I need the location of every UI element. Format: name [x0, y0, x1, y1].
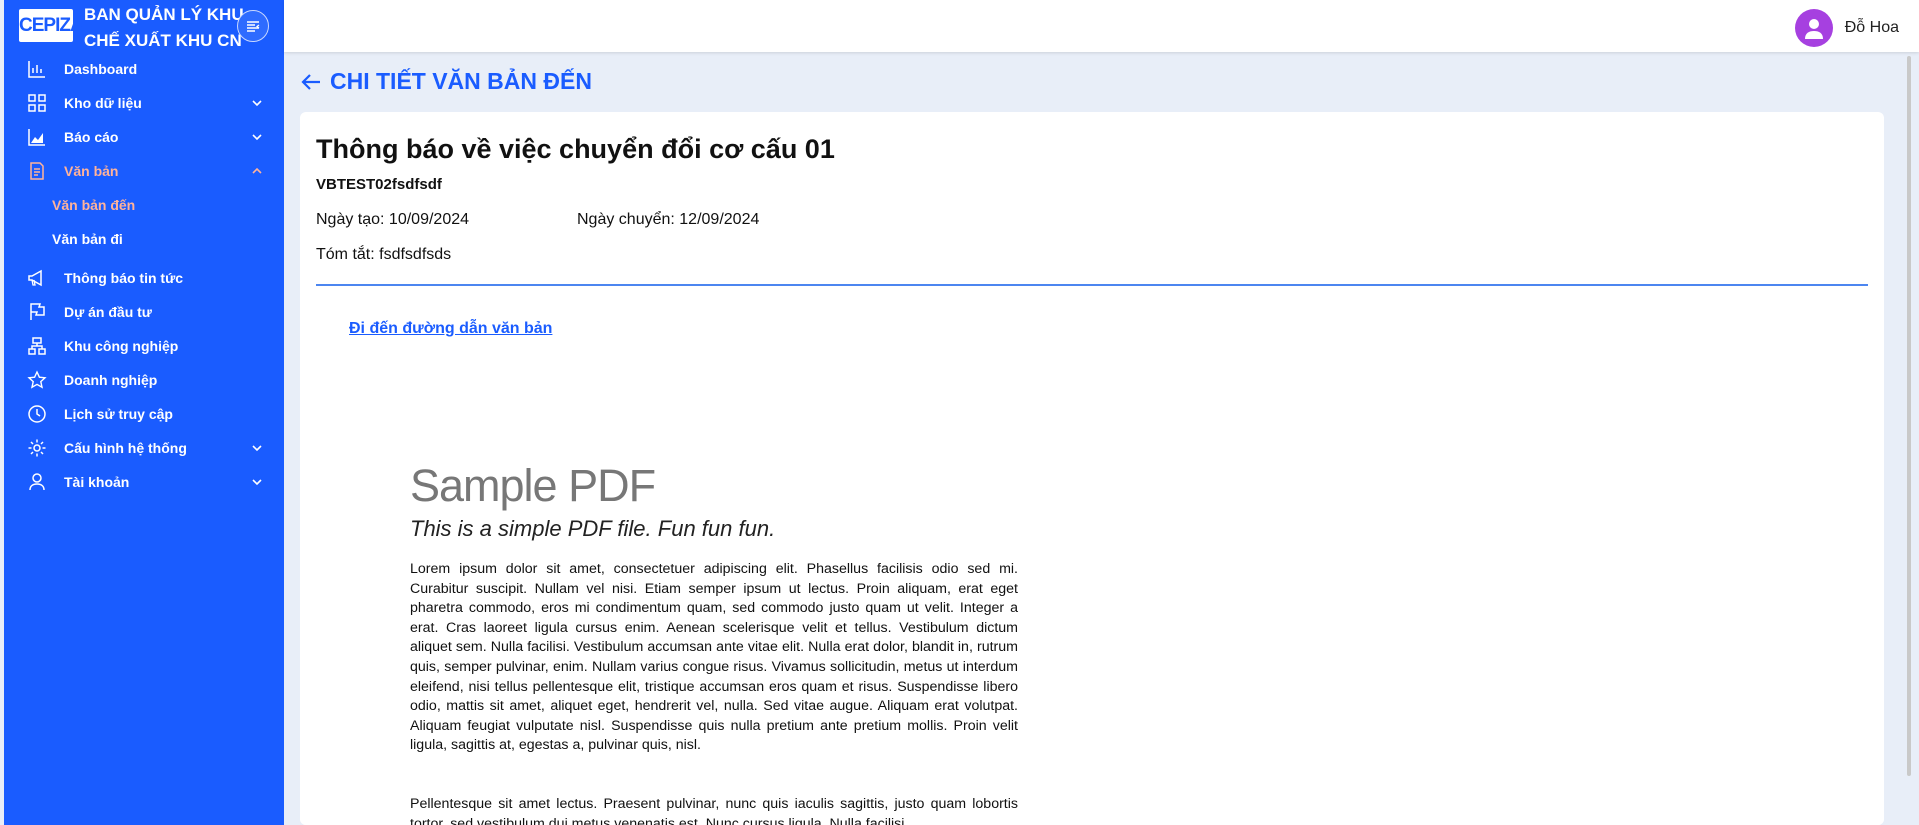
- page-scrollbar[interactable]: [1907, 56, 1911, 776]
- page-title: CHI TIẾT VĂN BẢN ĐẾN: [330, 68, 592, 94]
- grid-icon: [28, 94, 46, 112]
- brand-name-line1: BAN QUẢN LÝ KHU: [84, 5, 244, 24]
- sidebar-item-label: Cấu hình hệ thống: [64, 440, 187, 456]
- brand: CEPIZA BAN QUẢN LÝ KHU CHẾ XUẤT KHU CN: [4, 0, 284, 52]
- sidebar-item-khu-cong-nghiep[interactable]: Khu công nghiệp: [4, 329, 284, 363]
- sidebar-item-doanh-nghiep[interactable]: Doanh nghiệp: [4, 363, 284, 397]
- document-title: Thông báo về việc chuyển đổi cơ cấu 01: [316, 134, 835, 164]
- brand-name: BAN QUẢN LÝ KHU CHẾ XUẤT KHU CN: [84, 2, 244, 54]
- brand-logo[interactable]: CEPIZA: [19, 9, 84, 42]
- document-code: VBTEST02fsdfsdf: [316, 176, 442, 193]
- top-header: Đỗ Hoa: [284, 0, 1919, 52]
- sidebar-item-du-an[interactable]: Dự án đầu tư: [4, 295, 284, 329]
- bar-chart-icon: [28, 61, 45, 78]
- sidebar-item-cau-hinh[interactable]: Cấu hình hệ thống: [4, 431, 284, 465]
- chevron-down-icon: [252, 479, 262, 486]
- sidebar-item-label: Thông báo tin tức: [64, 270, 184, 286]
- sidebar-item-label: Tài khoản: [64, 474, 130, 490]
- document-detail-card: Thông báo về việc chuyển đổi cơ cấu 01 V…: [300, 112, 1884, 825]
- sidebar-item-label: Kho dữ liệu: [64, 95, 142, 111]
- sidebar-item-dashboard[interactable]: Dashboard: [4, 52, 284, 86]
- sidebar-item-kho-du-lieu[interactable]: Kho dữ liệu: [4, 86, 284, 120]
- document-created-date: Ngày tạo: 10/09/2024: [316, 211, 470, 228]
- sidebar-item-label: Dự án đầu tư: [64, 304, 152, 320]
- divider: [316, 284, 1868, 286]
- sidebar-subitem-van-ban-di[interactable]: Văn bản đi: [4, 222, 284, 256]
- sidebar-item-label: Lịch sử truy cập: [64, 406, 173, 422]
- history-icon: [28, 405, 46, 423]
- sidebar-item-van-ban[interactable]: Văn bản: [4, 154, 284, 188]
- document-link[interactable]: Đi đến đường dẫn văn bản: [349, 320, 552, 338]
- sidebar-item-label: Doanh nghiệp: [64, 372, 158, 388]
- flag-icon: [30, 303, 45, 320]
- pdf-viewer[interactable]: Sample PDF This is a simple PDF file. Fu…: [300, 352, 1884, 825]
- pdf-page: Sample PDF This is a simple PDF file. Fu…: [410, 352, 1030, 825]
- chevron-down-icon: [252, 100, 262, 107]
- sidebar-item-label: Dashboard: [64, 61, 138, 77]
- megaphone-icon: [28, 269, 42, 287]
- document-icon: [30, 162, 44, 180]
- sidebar-item-bao-cao[interactable]: Báo cáo: [4, 120, 284, 154]
- pdf-subheading: This is a simple PDF file. Fun fun fun.: [410, 516, 776, 541]
- sidebar-item-lich-su[interactable]: Lịch sử truy cập: [4, 397, 284, 431]
- user-icon: [29, 473, 45, 491]
- sidebar-toggle-button[interactable]: [237, 10, 269, 42]
- page-title-row: CHI TIẾT VĂN BẢN ĐẾN: [300, 68, 592, 95]
- sidebar-nav: Dashboard Kho dữ liệu Báo cáo Văn bản Vă…: [4, 52, 284, 499]
- area-chart-icon: [28, 129, 45, 146]
- sidebar-item-label: Báo cáo: [64, 129, 119, 145]
- document-summary: Tóm tắt: fsdfsdfsds: [316, 246, 452, 263]
- user-avatar-icon: [1804, 19, 1823, 39]
- gear-icon: [28, 439, 46, 457]
- chevron-up-icon: [252, 167, 262, 174]
- sidebar-item-tai-khoan[interactable]: Tài khoản: [4, 465, 284, 499]
- chevron-down-icon: [252, 445, 262, 452]
- user-menu[interactable]: Đỗ Hoa: [1794, 9, 1899, 47]
- brand-name-line2: CHẾ XUẤT KHU CN: [84, 31, 242, 50]
- sidebar-item-label: Khu công nghiệp: [64, 338, 179, 354]
- pdf-heading: Sample PDF: [410, 460, 656, 511]
- menu-collapse-icon: [247, 21, 260, 32]
- pdf-paragraph: Lorem ipsum dolor sit amet, consectetuer…: [410, 561, 1018, 754]
- avatar[interactable]: [1794, 9, 1833, 47]
- sidebar: CEPIZA BAN QUẢN LÝ KHU CHẾ XUẤT KHU CN D…: [4, 0, 284, 825]
- chevron-down-icon: [252, 134, 262, 141]
- back-arrow-icon[interactable]: [300, 71, 322, 93]
- user-name[interactable]: Đỗ Hoa: [1845, 19, 1899, 37]
- star-icon: [27, 370, 47, 389]
- sidebar-item-thong-bao[interactable]: Thông báo tin tức: [4, 261, 284, 295]
- document-sent-date: Ngày chuyển: 12/09/2024: [577, 211, 760, 228]
- sidebar-item-label: Văn bản: [64, 163, 119, 179]
- sidebar-subitem-van-ban-den[interactable]: Văn bản đến: [4, 188, 284, 222]
- sitemap-icon: [28, 337, 46, 355]
- pdf-paragraph: Pellentesque sit amet lectus. Praesent p…: [410, 796, 1018, 825]
